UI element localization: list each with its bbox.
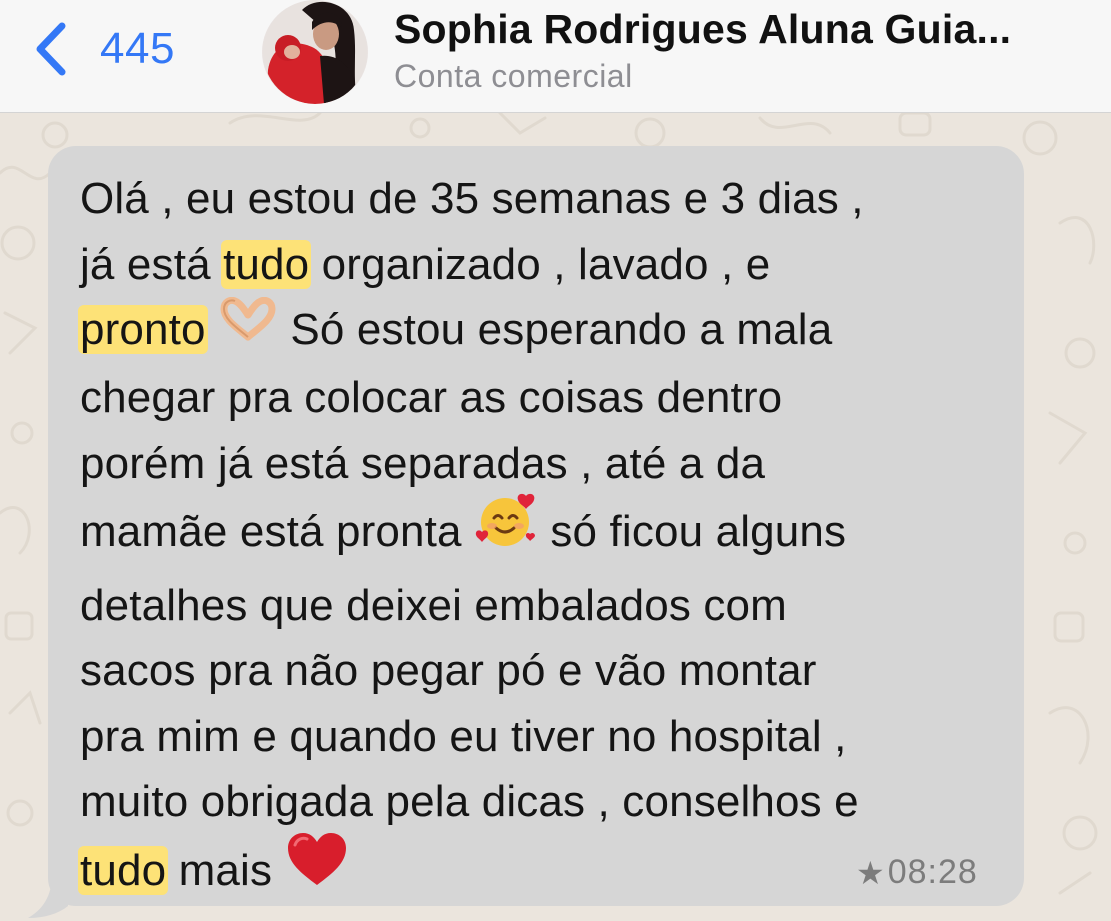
message-line: já está tudo organizado , lavado , e <box>80 232 1020 298</box>
contact-name[interactable]: Sophia Rodrigues Aluna Guia... <box>394 6 1094 53</box>
message-text-segment: pra mim e quando eu tiver no hospital , <box>80 711 847 761</box>
message-text-segment: Só estou esperando a mala <box>278 305 833 354</box>
message-line: muito obrigada pela dicas , conselhos e <box>80 769 1020 835</box>
message-time: 08:28 <box>887 853 978 891</box>
message-line: Olá , eu estou de 35 semanas e 3 dias , <box>80 166 1020 232</box>
chat-header: 445 Sophia Rodrigues Aluna Guia... Conta… <box>0 0 1111 113</box>
message-line: detalhes que deixei embalados com <box>80 573 1020 639</box>
chevron-left-icon <box>36 22 66 76</box>
search-highlight: tudo <box>221 239 312 289</box>
message-line: pronto Só estou esperando a mala <box>78 296 1020 365</box>
message-text-segment: chegar pra colocar as coisas dentro <box>80 373 783 423</box>
red-heart-emoji <box>285 831 349 908</box>
message-text-segment: muito obrigada pela dicas , conselhos e <box>80 777 859 827</box>
message-text-segment: sacos pra não pegar pó e vão montar <box>80 646 817 696</box>
search-highlight: pronto <box>78 305 208 354</box>
message-text-segment: organizado , lavado , e <box>309 239 771 289</box>
search-highlight: tudo <box>78 845 169 895</box>
smiling-face-with-hearts-emoji <box>474 492 538 569</box>
avatar[interactable] <box>262 0 368 104</box>
message-text-segment: já está <box>80 239 224 289</box>
message-text-segment: mamãe está pronta <box>80 507 475 556</box>
message-meta: ★ 08:28 <box>856 853 978 892</box>
message-line: sacos pra não pegar pó e vão montar <box>80 638 1020 704</box>
message-text-segment: só ficou alguns <box>538 507 847 556</box>
message-line: pra mim e quando eu tiver no hospital , <box>80 704 1020 770</box>
heart-hands-emoji <box>218 296 278 362</box>
message-text-segment: mais <box>166 845 285 895</box>
star-icon: ★ <box>856 854 886 891</box>
message-line: mamãe está pronta só ficou alguns <box>80 494 1020 573</box>
message-text-segment <box>206 305 218 354</box>
contact-photo <box>263 0 367 104</box>
message-line: porém já está separadas , até a da <box>80 431 1020 497</box>
contact-subtitle: Conta comercial <box>394 58 633 94</box>
unread-count: 445 <box>100 24 175 73</box>
back-button[interactable]: 445 <box>30 18 175 80</box>
message-text-segment: Olá , eu estou de 35 semanas e 3 dias , <box>80 174 864 223</box>
message-line: chegar pra colocar as coisas dentro <box>80 365 1020 431</box>
message-text: Olá , eu estou de 35 semanas e 3 dias , j… <box>78 166 1020 911</box>
message-text-segment: porém já está separadas , até a da <box>80 438 766 488</box>
message-text-segment: detalhes que deixei embalados com <box>80 580 787 630</box>
